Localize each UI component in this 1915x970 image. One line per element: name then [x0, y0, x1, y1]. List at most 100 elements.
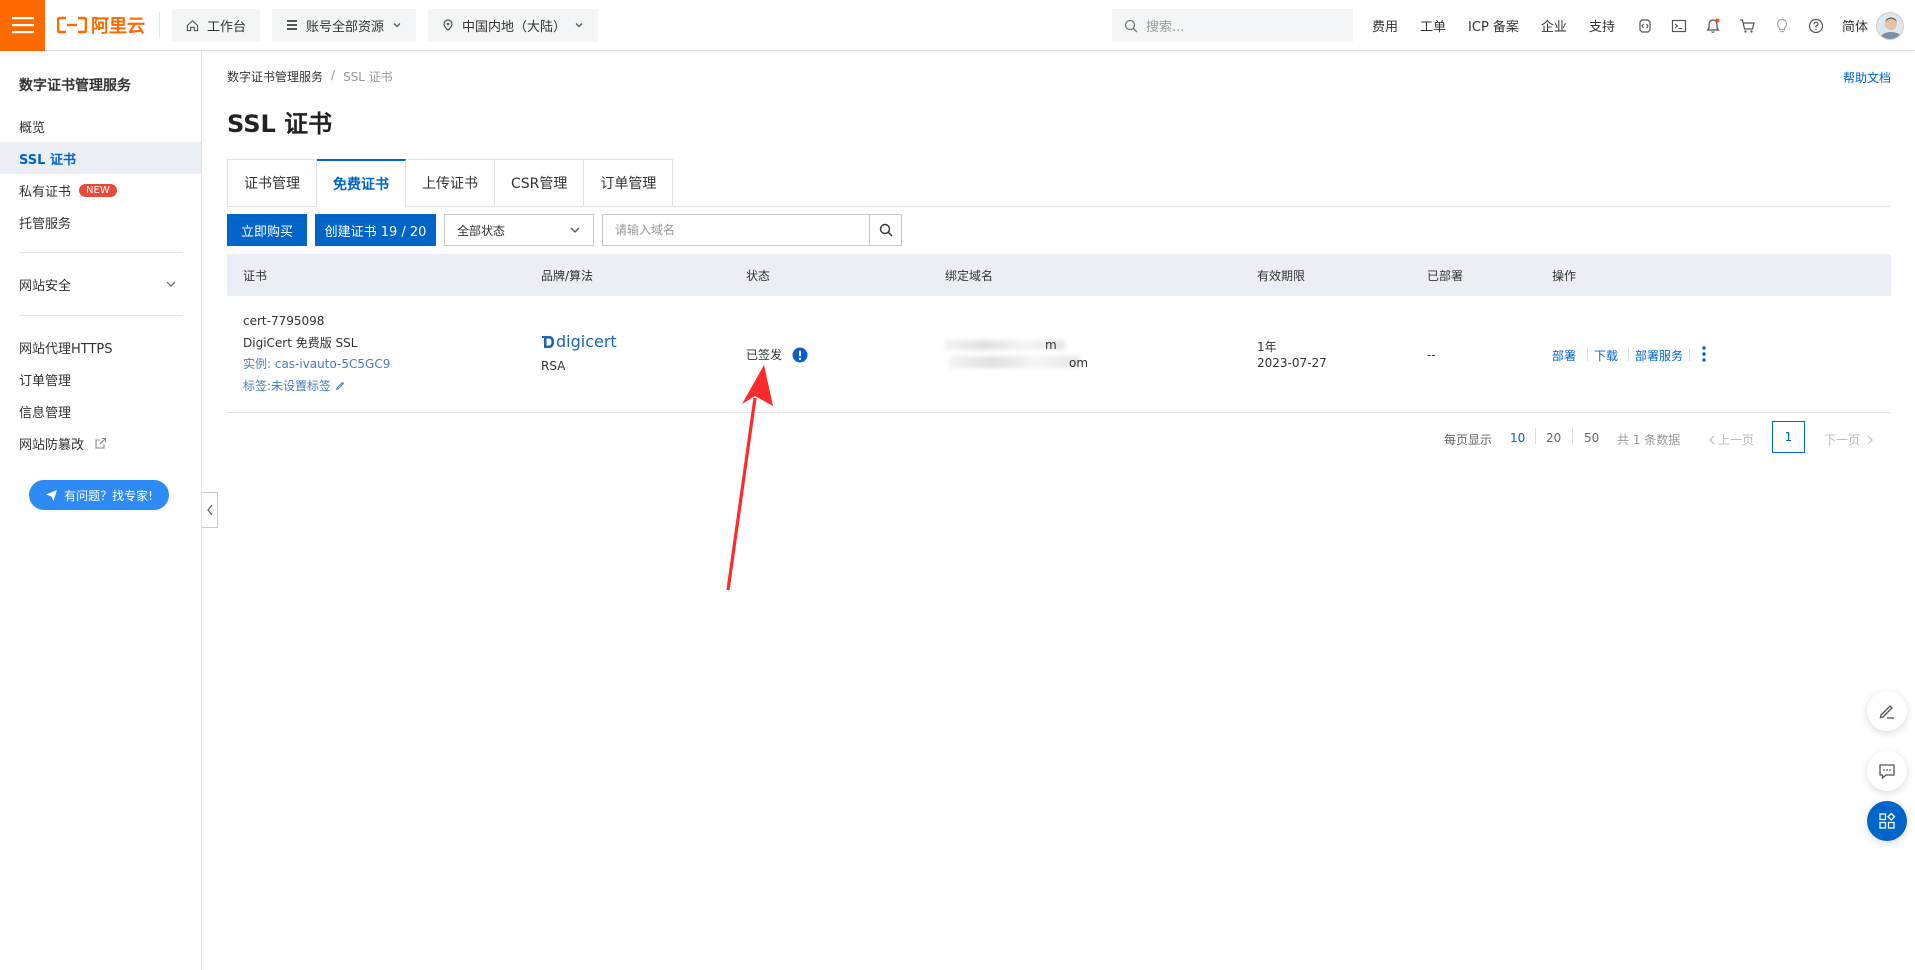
code-icon[interactable] [1637, 18, 1653, 34]
lightbulb-icon[interactable] [1774, 18, 1790, 34]
home-icon [186, 19, 199, 31]
language-switch[interactable]: 简体 [1842, 16, 1868, 35]
validity-period: 1年 [1257, 340, 1277, 354]
column-header-cert: 证书 [243, 269, 268, 283]
menu-icon[interactable] [0, 0, 45, 51]
info-alert-icon[interactable] [792, 347, 808, 363]
page-size-20[interactable]: 20 [1546, 431, 1561, 445]
ask-expert-button[interactable]: 有问题？找专家! [29, 480, 169, 510]
region-dropdown[interactable]: 中国内地（大陆） [428, 8, 599, 42]
column-header-validity: 有效期限 [1257, 269, 1306, 283]
sidebar-group-website-security[interactable]: 网站安全 [0, 268, 201, 300]
deploy-service-link[interactable]: 部署服务 [1635, 347, 1683, 364]
prev-page-button[interactable]: 上一页 [1708, 431, 1754, 448]
aliyun-logo[interactable]: 阿里云 [57, 12, 145, 38]
next-page-label: 下一页 [1824, 433, 1861, 447]
external-link-icon [95, 437, 107, 449]
sidebar-title: 数字证书管理服务 [19, 78, 131, 94]
column-header-actions: 操作 [1552, 269, 1577, 283]
buy-now-button[interactable]: 立即购买 [227, 214, 307, 246]
tab-bar: 证书管理 免费证书 上传证书 CSR管理 订单管理 [227, 159, 674, 207]
create-cert-button[interactable]: 创建证书 19 / 20 [315, 214, 436, 246]
expire-date: 2023-07-27 [1257, 356, 1327, 370]
sidebar-item-orders[interactable]: 订单管理 [0, 363, 201, 395]
workbench-label: 工作台 [207, 19, 247, 35]
help-icon[interactable] [1808, 18, 1824, 34]
resources-dropdown[interactable]: 账号全部资源 [272, 8, 417, 42]
sidebar-item-ssl-cert[interactable]: SSL 证书 [0, 142, 201, 174]
apps-icon [1879, 812, 1896, 829]
sidebar-item-info[interactable]: 信息管理 [0, 395, 201, 427]
chevron-down-icon [166, 281, 176, 287]
sidebar-item-https-proxy[interactable]: 网站代理HTTPS [0, 331, 201, 363]
domain-suffix-2: om [1069, 356, 1089, 370]
next-page-button[interactable]: 下一页 [1824, 431, 1874, 448]
location-icon [443, 18, 453, 31]
sidebar-item-managed-service[interactable]: 托管服务 [0, 206, 201, 238]
page-size-10[interactable]: 10 [1510, 431, 1525, 445]
column-header-domain: 绑定域名 [945, 269, 994, 283]
breadcrumb-root-link[interactable]: 数字证书管理服务 [227, 68, 323, 85]
sidebar-item-tamper-protection[interactable]: 网站防篡改 [0, 427, 201, 459]
tab-cert-management[interactable]: 证书管理 [227, 159, 317, 207]
ticket-link[interactable]: 工单 [1420, 16, 1446, 35]
divider [1628, 348, 1629, 361]
notification-bell-icon[interactable] [1705, 18, 1721, 34]
cert-instance[interactable]: 实例: cas-ivauto-5C5GC9 [243, 355, 390, 372]
cert-tag-label: 标签:未设置标签 [243, 379, 332, 393]
tab-order-management[interactable]: 订单管理 [584, 159, 674, 207]
chat-icon [1879, 764, 1895, 780]
page-title: SSL 证书 [227, 110, 333, 138]
cart-icon[interactable] [1739, 18, 1756, 34]
search-placeholder: 搜索... [1146, 20, 1185, 35]
current-page[interactable]: 1 [1772, 421, 1805, 453]
terminal-icon[interactable] [1671, 18, 1687, 34]
chat-button[interactable] [1867, 751, 1907, 791]
help-docs-link[interactable]: 帮助文档 [1843, 69, 1891, 86]
region-label: 中国内地（大陆） [462, 19, 567, 35]
divider [1587, 348, 1588, 361]
icp-link[interactable]: ICP 备案 [1468, 16, 1519, 35]
support-link[interactable]: 支持 [1589, 16, 1615, 35]
divider [1535, 428, 1536, 444]
enterprise-link[interactable]: 企业 [1541, 16, 1567, 35]
apps-button[interactable] [1867, 801, 1907, 841]
search-icon [1124, 19, 1138, 32]
cert-tag[interactable]: 标签:未设置标签 [243, 377, 346, 394]
algorithm: RSA [541, 359, 566, 373]
tab-upload-cert[interactable]: 上传证书 [406, 159, 495, 207]
annotation-arrow [726, 365, 773, 591]
domain-search-button[interactable] [869, 214, 902, 246]
more-actions-icon[interactable] [1702, 345, 1706, 363]
chevron-left-icon [1709, 435, 1715, 444]
domain-suffix-1: m [1045, 338, 1057, 352]
sidebar-item-private-cert[interactable]: 私有证书 NEW [0, 174, 201, 206]
global-search[interactable]: 搜索... [1112, 9, 1353, 42]
sidebar-item-overview[interactable]: 概览 [0, 110, 201, 142]
divider [19, 252, 183, 253]
status-filter-select[interactable]: 全部状态 [444, 214, 594, 246]
sidebar-item-label: 信息管理 [19, 405, 72, 421]
download-link[interactable]: 下载 [1594, 347, 1618, 364]
divider [159, 12, 160, 38]
tab-free-cert[interactable]: 免费证书 [317, 159, 406, 207]
sidebar-item-label: 网站防篡改 [19, 437, 85, 453]
page-size-50[interactable]: 50 [1584, 431, 1599, 445]
sidebar-collapse-handle[interactable] [202, 492, 218, 528]
workbench-button[interactable]: 工作台 [172, 8, 261, 42]
top-navigation-bar: 阿里云 工作台 账号全部资源 中国内地（大陆） 搜索... 费用 工单 ICP … [0, 0, 1915, 51]
sidebar-item-label: 订单管理 [19, 373, 72, 389]
edit-icon [335, 381, 345, 391]
domain-search-input[interactable] [602, 214, 870, 246]
deploy-link[interactable]: 部署 [1552, 347, 1576, 364]
new-badge: NEW [79, 183, 117, 197]
aliyun-logo-icon [57, 16, 87, 34]
sidebar-item-label: 概览 [19, 120, 46, 136]
send-icon [46, 489, 58, 501]
resources-label: 账号全部资源 [306, 19, 385, 35]
feedback-edit-button[interactable] [1867, 691, 1907, 731]
user-avatar[interactable] [1876, 12, 1904, 40]
chevron-down-icon [393, 23, 401, 28]
tab-csr-management[interactable]: CSR管理 [495, 159, 585, 207]
billing-link[interactable]: 费用 [1372, 16, 1398, 35]
